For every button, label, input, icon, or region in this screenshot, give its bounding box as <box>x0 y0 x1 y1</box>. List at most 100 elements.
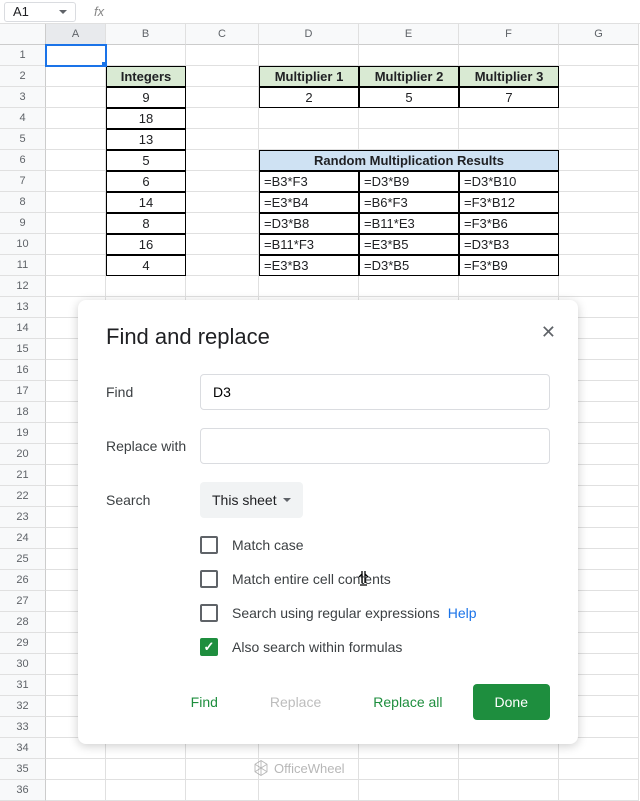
search-scope-dropdown[interactable]: This sheet <box>200 482 303 518</box>
cell-C4[interactable] <box>186 108 259 129</box>
find-button[interactable]: Find <box>169 684 240 720</box>
cell-F12[interactable] <box>459 276 559 297</box>
cell-B11[interactable]: 4 <box>106 255 186 276</box>
row-header-18[interactable]: 18 <box>0 402 46 423</box>
cell-D3[interactable]: 2 <box>259 87 359 108</box>
cell-E36[interactable] <box>359 780 459 801</box>
row-header-14[interactable]: 14 <box>0 318 46 339</box>
cell-B35[interactable] <box>106 759 186 780</box>
row-header-27[interactable]: 27 <box>0 591 46 612</box>
row-header-15[interactable]: 15 <box>0 339 46 360</box>
row-header-11[interactable]: 11 <box>0 255 46 276</box>
cell-B1[interactable] <box>106 45 186 66</box>
cell-G10[interactable] <box>559 234 639 255</box>
cell-C7[interactable] <box>186 171 259 192</box>
cell-D4[interactable] <box>259 108 359 129</box>
cell-F3[interactable]: 7 <box>459 87 559 108</box>
cell-G12[interactable] <box>559 276 639 297</box>
cell-C8[interactable] <box>186 192 259 213</box>
match-case-checkbox[interactable] <box>200 536 218 554</box>
row-header-20[interactable]: 20 <box>0 444 46 465</box>
cell-B7[interactable]: 6 <box>106 171 186 192</box>
cell-C2[interactable] <box>186 66 259 87</box>
row-header-21[interactable]: 21 <box>0 465 46 486</box>
replace-button[interactable]: Replace <box>248 684 343 720</box>
row-header-2[interactable]: 2 <box>0 66 46 87</box>
row-header-36[interactable]: 36 <box>0 780 46 801</box>
col-header-A[interactable]: A <box>46 24 106 45</box>
cell-F7[interactable]: =D3*B10 <box>459 171 559 192</box>
help-link[interactable]: Help <box>448 605 477 621</box>
cell-A11[interactable] <box>46 255 106 276</box>
cell-D11[interactable]: =E3*B3 <box>259 255 359 276</box>
cell-E1[interactable] <box>359 45 459 66</box>
cell-D8[interactable]: =E3*B4 <box>259 192 359 213</box>
row-header-29[interactable]: 29 <box>0 633 46 654</box>
cell-D1[interactable] <box>259 45 359 66</box>
cell-G11[interactable] <box>559 255 639 276</box>
cell-B9[interactable]: 8 <box>106 213 186 234</box>
cell-E5[interactable] <box>359 129 459 150</box>
cell-G35[interactable] <box>559 759 639 780</box>
cell-F8[interactable]: =F3*B12 <box>459 192 559 213</box>
replace-all-button[interactable]: Replace all <box>351 684 464 720</box>
cell-E2[interactable]: Multiplier 2 <box>359 66 459 87</box>
cell-E7[interactable]: =D3*B9 <box>359 171 459 192</box>
cell-F2[interactable]: Multiplier 3 <box>459 66 559 87</box>
row-header-4[interactable]: 4 <box>0 108 46 129</box>
row-header-10[interactable]: 10 <box>0 234 46 255</box>
cell-G6[interactable] <box>559 150 639 171</box>
cell-F10[interactable]: =D3*B3 <box>459 234 559 255</box>
col-header-G[interactable]: G <box>559 24 639 45</box>
cell-E9[interactable]: =B11*E3 <box>359 213 459 234</box>
cell-C10[interactable] <box>186 234 259 255</box>
cell-D6[interactable]: Random Multiplication Results <box>259 150 559 171</box>
row-header-33[interactable]: 33 <box>0 717 46 738</box>
row-header-12[interactable]: 12 <box>0 276 46 297</box>
cell-D10[interactable]: =B11*F3 <box>259 234 359 255</box>
cell-D7[interactable]: =B3*F3 <box>259 171 359 192</box>
row-header-13[interactable]: 13 <box>0 297 46 318</box>
row-header-1[interactable]: 1 <box>0 45 46 66</box>
row-header-25[interactable]: 25 <box>0 549 46 570</box>
cell-A10[interactable] <box>46 234 106 255</box>
cell-E35[interactable] <box>359 759 459 780</box>
cell-C5[interactable] <box>186 129 259 150</box>
row-header-9[interactable]: 9 <box>0 213 46 234</box>
cell-E3[interactable]: 5 <box>359 87 459 108</box>
cell-C36[interactable] <box>186 780 259 801</box>
row-header-34[interactable]: 34 <box>0 738 46 759</box>
cell-B36[interactable] <box>106 780 186 801</box>
cell-B8[interactable]: 14 <box>106 192 186 213</box>
cell-D5[interactable] <box>259 129 359 150</box>
select-all-corner[interactable] <box>0 24 46 45</box>
row-header-17[interactable]: 17 <box>0 381 46 402</box>
cell-B6[interactable]: 5 <box>106 150 186 171</box>
cell-D12[interactable] <box>259 276 359 297</box>
cell-B5[interactable]: 13 <box>106 129 186 150</box>
cell-F9[interactable]: =F3*B6 <box>459 213 559 234</box>
cell-C35[interactable] <box>186 759 259 780</box>
cell-A36[interactable] <box>46 780 106 801</box>
cell-G3[interactable] <box>559 87 639 108</box>
row-header-3[interactable]: 3 <box>0 87 46 108</box>
cell-F4[interactable] <box>459 108 559 129</box>
cell-G5[interactable] <box>559 129 639 150</box>
row-header-26[interactable]: 26 <box>0 570 46 591</box>
name-box[interactable]: A1 <box>4 2 76 22</box>
col-header-E[interactable]: E <box>359 24 459 45</box>
cell-D36[interactable] <box>259 780 359 801</box>
col-header-C[interactable]: C <box>186 24 259 45</box>
cell-E8[interactable]: =B6*F3 <box>359 192 459 213</box>
row-header-8[interactable]: 8 <box>0 192 46 213</box>
cell-E10[interactable]: =E3*B5 <box>359 234 459 255</box>
row-header-7[interactable]: 7 <box>0 171 46 192</box>
cell-A3[interactable] <box>46 87 106 108</box>
cell-A1[interactable] <box>46 45 106 66</box>
cell-F1[interactable] <box>459 45 559 66</box>
cell-A2[interactable] <box>46 66 106 87</box>
col-header-F[interactable]: F <box>459 24 559 45</box>
cell-G1[interactable] <box>559 45 639 66</box>
cell-C1[interactable] <box>186 45 259 66</box>
cell-A9[interactable] <box>46 213 106 234</box>
